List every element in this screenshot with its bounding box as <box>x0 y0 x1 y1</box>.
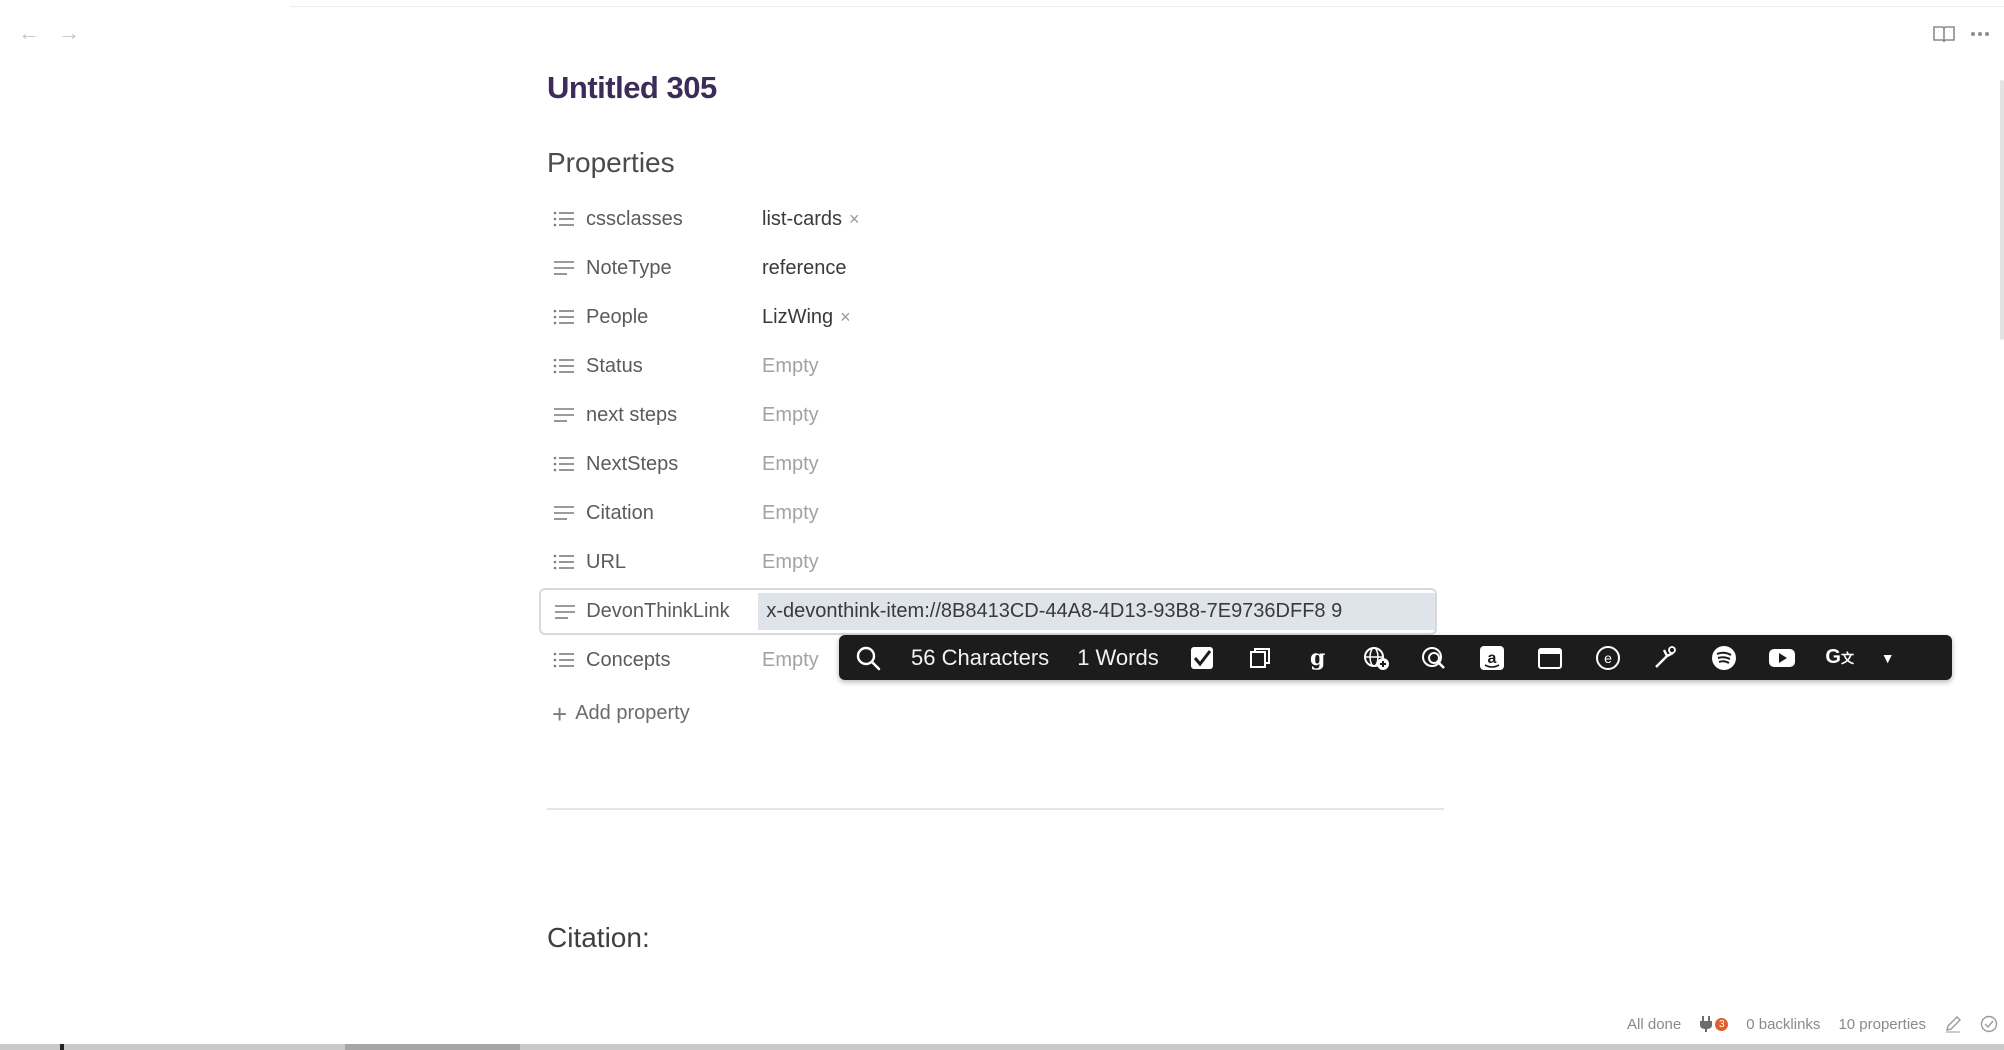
list-icon[interactable] <box>546 540 582 584</box>
property-row-notetype[interactable]: NoteType reference <box>540 246 1438 290</box>
property-value[interactable]: LizWing × <box>754 306 851 329</box>
add-property-button[interactable]: + Add property <box>552 698 690 729</box>
property-value-text: x-devonthink-item://8B8413CD-44A8-4D13-9… <box>766 600 1343 622</box>
scrollbar[interactable] <box>2000 80 2004 340</box>
backlinks-count[interactable]: 0 backlinks <box>1746 1016 1820 1033</box>
amazon-icon[interactable]: a <box>1463 635 1521 680</box>
arrow-left-icon[interactable]: ← <box>18 22 40 44</box>
spotify-icon[interactable] <box>1695 635 1753 680</box>
status-bar: All done 3 0 backlinks 10 properties <box>1627 1012 2004 1036</box>
property-name[interactable]: next steps <box>582 404 754 427</box>
property-row-nextsteps[interactable]: NextSteps Empty <box>540 442 1438 486</box>
svg-text:e: e <box>1604 650 1612 666</box>
book-open-icon[interactable] <box>1930 20 1958 48</box>
property-row-devonthinklink[interactable]: DevonThinkLink x-devonthink-item://8B8413… <box>539 588 1437 635</box>
property-value[interactable]: Empty <box>754 649 819 672</box>
calendar-icon[interactable] <box>1521 635 1579 680</box>
arrow-right-icon[interactable]: → <box>58 22 80 44</box>
property-row-cssclasses[interactable]: cssclasses list-cards × <box>540 197 1438 241</box>
property-row-people[interactable]: People LizWing × <box>540 295 1438 339</box>
google-translate-icon[interactable]: G文 <box>1811 635 1869 680</box>
property-row-url[interactable]: URL Empty <box>540 540 1438 584</box>
property-value[interactable]: Empty <box>754 453 819 476</box>
checkmark-icon[interactable] <box>1173 635 1231 680</box>
properties-heading[interactable]: Properties <box>547 147 675 179</box>
svg-text:a: a <box>1487 650 1496 667</box>
plugin-badge: 3 <box>1715 1017 1729 1031</box>
list-icon[interactable] <box>546 295 582 339</box>
property-value-text: Empty <box>762 403 819 426</box>
property-name[interactable]: NoteType <box>582 257 754 280</box>
plus-icon: + <box>552 698 568 729</box>
dock-edge <box>0 1044 2004 1050</box>
property-row-citation[interactable]: Citation Empty <box>540 491 1438 535</box>
search-icon[interactable] <box>839 635 897 680</box>
property-value[interactable]: Empty <box>754 551 819 574</box>
property-value[interactable]: Empty <box>754 404 819 427</box>
list-icon[interactable] <box>546 197 582 241</box>
list-icon[interactable] <box>546 442 582 486</box>
plugin-status[interactable]: 3 <box>1699 1016 1729 1032</box>
property-value[interactable]: Empty <box>754 355 819 378</box>
text-lines-icon[interactable] <box>546 246 582 290</box>
properties-count[interactable]: 10 properties <box>1838 1016 1926 1033</box>
check-circle-icon[interactable] <box>1980 1015 1998 1033</box>
web-search-plus-icon[interactable] <box>1347 635 1405 680</box>
text-lines-icon[interactable] <box>546 491 582 535</box>
property-name[interactable]: People <box>582 306 754 329</box>
property-name[interactable]: Status <box>582 355 754 378</box>
more-horizontal-icon[interactable] <box>1966 20 1994 48</box>
property-value[interactable]: x-devonthink-item://8B8413CD-44A8-4D13-9… <box>758 593 1436 630</box>
edit-pencil-icon[interactable] <box>1944 1015 1962 1033</box>
horizontal-rule <box>547 808 1444 810</box>
copy-icon[interactable] <box>1231 635 1289 680</box>
property-value-text: Empty <box>762 354 819 377</box>
text-lines-icon[interactable] <box>547 590 582 634</box>
youtube-icon[interactable] <box>1753 635 1811 680</box>
property-value[interactable]: reference <box>754 257 847 280</box>
citation-heading: Citation: <box>547 922 650 953</box>
property-row-status[interactable]: Status Empty <box>540 344 1438 388</box>
sync-status[interactable]: All done <box>1627 1016 1681 1033</box>
property-name[interactable]: URL <box>582 551 754 574</box>
word-count[interactable]: 1 Words <box>1063 645 1173 671</box>
remove-pill-icon[interactable]: × <box>849 209 860 229</box>
popclip-toolbar: 56 Characters 1 Words g a e G文 ▼ <box>839 635 1952 680</box>
chevron-down-icon[interactable]: ▼ <box>1869 635 1907 680</box>
plug-icon <box>1700 1016 1713 1032</box>
list-icon[interactable] <box>546 344 582 388</box>
property-value-text: LizWing <box>762 305 834 328</box>
list-icon[interactable] <box>546 638 582 682</box>
add-property-label: Add property <box>575 702 690 724</box>
property-name[interactable]: NextSteps <box>582 453 754 476</box>
property-value-text: reference <box>762 256 847 279</box>
text-lines-icon[interactable] <box>546 393 582 437</box>
property-row-next-steps[interactable]: next steps Empty <box>540 393 1438 437</box>
property-name[interactable]: cssclasses <box>582 208 754 231</box>
dock-segment <box>345 1044 520 1050</box>
dock-indicator <box>60 1044 64 1050</box>
property-value[interactable]: list-cards × <box>754 208 860 231</box>
twitter-icon[interactable] <box>1637 635 1695 680</box>
property-value-text: Empty <box>762 452 819 475</box>
property-value-text: Empty <box>762 550 819 573</box>
character-count[interactable]: 56 Characters <box>897 645 1063 671</box>
translate-e-icon[interactable]: e <box>1579 635 1637 680</box>
property-value-text: list-cards <box>762 207 843 230</box>
tab-bar-edge <box>290 0 2004 7</box>
property-value-text: Empty <box>762 501 819 524</box>
note-title[interactable]: Untitled 305 <box>547 70 717 106</box>
google-icon[interactable]: g <box>1289 635 1347 680</box>
property-name[interactable]: DevonThinkLink <box>582 600 750 623</box>
property-value[interactable]: Empty <box>754 502 819 525</box>
property-value-text: Empty <box>762 648 819 671</box>
property-name[interactable]: Citation <box>582 502 754 525</box>
remove-pill-icon[interactable]: × <box>840 307 851 327</box>
web-search-icon[interactable] <box>1405 635 1463 680</box>
property-name[interactable]: Concepts <box>582 649 754 672</box>
